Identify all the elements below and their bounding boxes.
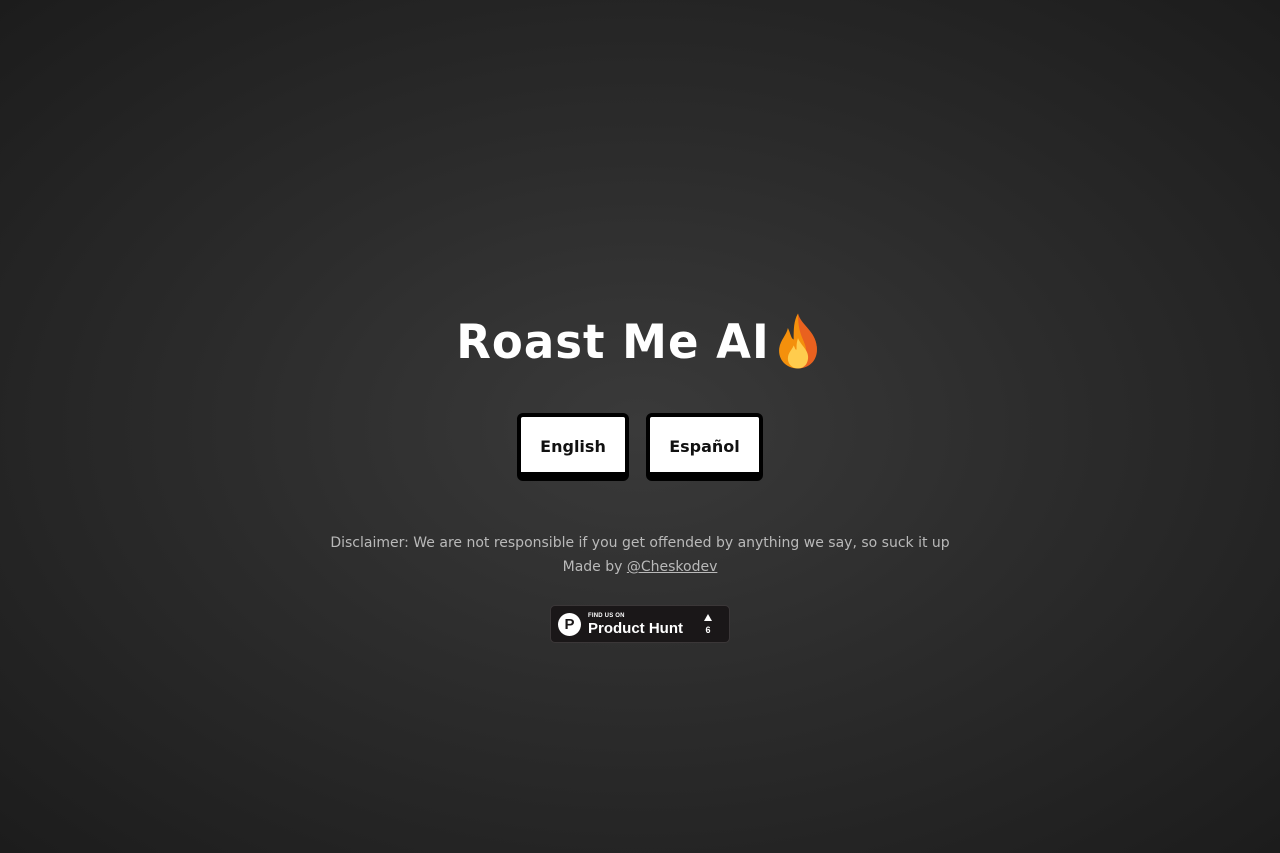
fire-icon (778, 313, 817, 369)
upvote-count: 6 (705, 625, 711, 635)
product-hunt-name: Product Hunt (588, 620, 683, 637)
disclaimer-text: Disclaimer: We are not responsible if yo… (330, 535, 950, 551)
made-by-prefix: Made by (562, 559, 627, 575)
title-row: Roast Me AI (0, 312, 1280, 370)
spanish-button[interactable]: Español (646, 413, 763, 481)
made-by-line: Made by @Cheskodev (0, 558, 1280, 576)
product-hunt-badge[interactable]: P FIND US ON Product Hunt 6 (550, 605, 730, 643)
product-hunt-small-text: FIND US ON (588, 613, 625, 619)
language-buttons: English Español (0, 413, 1280, 481)
landing-page: Roast Me AI English Español Disclaimer: … (0, 0, 1280, 853)
product-hunt-logo-icon: P (558, 613, 581, 636)
author-link[interactable]: @Cheskodev (627, 559, 718, 575)
english-button[interactable]: English (517, 413, 629, 481)
page-title: Roast Me AI (456, 313, 770, 369)
upvote-arrow-icon (704, 614, 712, 621)
